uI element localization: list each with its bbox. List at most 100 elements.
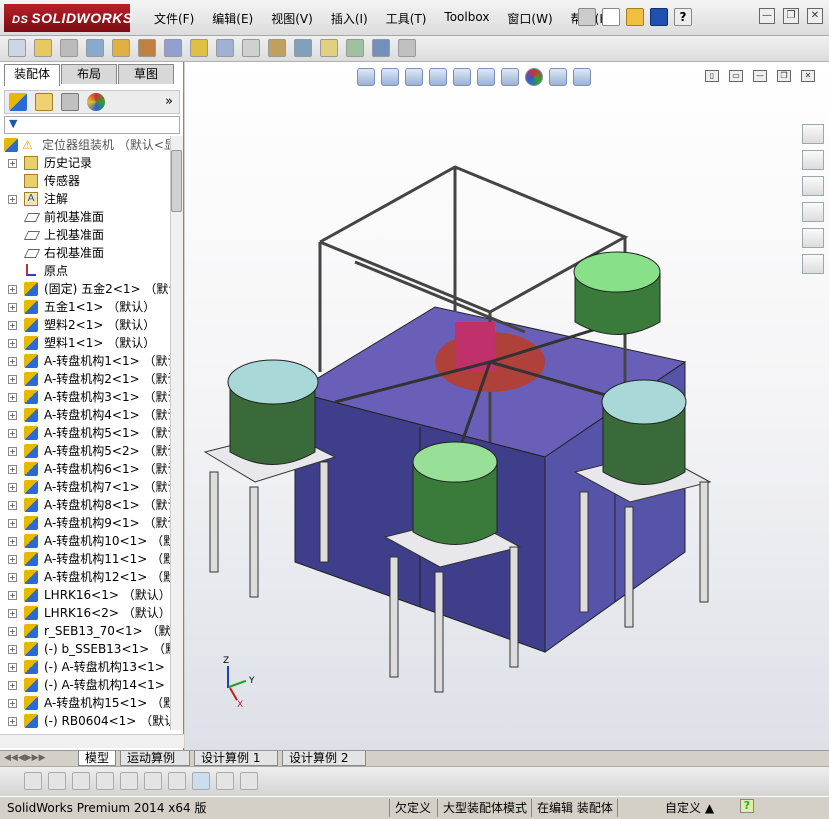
tree-item[interactable]: + A-转盘机构12<1> （默认 xyxy=(0,568,170,586)
tree-item[interactable]: + A-转盘机构11<1> （默认 xyxy=(0,550,170,568)
tree-item[interactable]: + 历史记录 xyxy=(0,154,170,172)
tree-item[interactable]: + LHRK16<2> （默认） xyxy=(0,604,170,622)
expand-toggle-icon[interactable]: + xyxy=(8,555,17,564)
mate-icon[interactable] xyxy=(138,39,156,57)
expand-toggle-icon[interactable]: + xyxy=(8,645,17,654)
folder-icon[interactable] xyxy=(34,39,52,57)
expand-toggle-icon[interactable]: + xyxy=(8,159,17,168)
tree-item[interactable]: + A-转盘机构2<1> （默认< xyxy=(0,370,170,388)
tree-root[interactable]: ⚠ 定位器组装机 （默认<显 xyxy=(0,136,170,154)
tree-item[interactable]: + A-转盘机构15<1> （默认 xyxy=(0,694,170,712)
pin-icon[interactable] xyxy=(578,8,596,26)
tree-item[interactable]: + A-转盘机构1<1> （默认） xyxy=(0,352,170,370)
panel-tab[interactable]: 草图 xyxy=(118,64,174,84)
menu-item[interactable]: 插入(I) xyxy=(327,8,372,28)
expand-toggle-icon[interactable]: + xyxy=(8,195,17,204)
grid-icon[interactable] xyxy=(216,772,234,790)
expand-toggle-icon[interactable]: + xyxy=(8,681,17,690)
insert-component-icon[interactable] xyxy=(112,39,130,57)
expand-toggle-icon[interactable]: + xyxy=(8,447,17,456)
tree-item[interactable]: + A 注解 xyxy=(0,190,170,208)
expand-toggle-icon[interactable]: + xyxy=(8,537,17,546)
tree-item[interactable]: 前视基准面 xyxy=(0,208,170,226)
tree-item[interactable]: 传感器 xyxy=(0,172,170,190)
play-icon[interactable] xyxy=(48,772,66,790)
results-icon[interactable] xyxy=(240,772,258,790)
tree-item[interactable]: + A-转盘机构6<1> （默认） xyxy=(0,460,170,478)
menu-item[interactable]: 工具(T) xyxy=(382,8,431,28)
status-help-icon[interactable]: ? xyxy=(740,799,754,813)
minimize-icon[interactable]: — xyxy=(759,8,775,24)
tree-item[interactable]: + (-) A-转盘机构13<1> （ xyxy=(0,658,170,676)
attach-icon[interactable] xyxy=(60,39,78,57)
smart-fastener-icon[interactable] xyxy=(190,39,208,57)
expand-toggle-icon[interactable]: + xyxy=(8,339,17,348)
panel-tab[interactable]: 布局 xyxy=(61,64,117,84)
tree-item[interactable]: + A-转盘机构3<1> （默认） xyxy=(0,388,170,406)
tree-item[interactable]: + A-转盘机构8<1> （默认） xyxy=(0,496,170,514)
motion-calc-icon[interactable] xyxy=(24,772,42,790)
scrollbar-thumb[interactable] xyxy=(171,150,182,212)
feature-manager-icon[interactable] xyxy=(9,93,27,111)
expand-toggle-icon[interactable]: + xyxy=(8,393,17,402)
menu-item[interactable]: Toolbox xyxy=(440,8,493,28)
open-folder-icon[interactable] xyxy=(626,8,644,26)
expand-toggle-icon[interactable]: + xyxy=(8,573,17,582)
expand-toggle-icon[interactable]: + xyxy=(8,717,17,726)
help-icon[interactable]: ? xyxy=(674,8,692,26)
tree-item[interactable]: 上视基准面 xyxy=(0,226,170,244)
graphics-area[interactable]: ▯ ▭ — ❐ ✕ Z Y X xyxy=(185,62,829,750)
expand-toggle-icon[interactable]: + xyxy=(8,321,17,330)
menu-item[interactable]: 窗口(W) xyxy=(503,8,556,28)
bottom-tab[interactable]: 模型 xyxy=(78,751,116,766)
tree-item[interactable]: + (固定) 五金2<1> （默认 xyxy=(0,280,170,298)
design-library-icon[interactable] xyxy=(802,150,824,170)
tree-item[interactable]: + A-转盘机构9<1> （默认） xyxy=(0,514,170,532)
appearances-icon[interactable] xyxy=(802,228,824,248)
expand-toggle-icon[interactable]: + xyxy=(8,663,17,672)
expand-toggle-icon[interactable]: + xyxy=(8,429,17,438)
new-document-icon[interactable] xyxy=(602,8,620,26)
table-icon[interactable] xyxy=(120,772,138,790)
open-file-icon[interactable] xyxy=(8,39,26,57)
custom-properties-icon[interactable] xyxy=(802,254,824,274)
menu-item[interactable]: 编辑(E) xyxy=(208,8,257,28)
bottom-tab[interactable]: 设计算例 2 xyxy=(282,751,366,766)
expand-toggle-icon[interactable]: + xyxy=(8,303,17,312)
tree-item[interactable]: + 塑料1<1> （默认） xyxy=(0,334,170,352)
restore-icon[interactable]: ❐ xyxy=(783,8,799,24)
display-manager-icon[interactable] xyxy=(87,93,105,111)
expand-toggle-icon[interactable]: + xyxy=(8,591,17,600)
menu-item[interactable]: 文件(F) xyxy=(150,8,198,28)
move-component-icon[interactable] xyxy=(216,39,234,57)
tree-item[interactable]: + A-转盘机构5<1> （默认） xyxy=(0,424,170,442)
new-motion-study-icon[interactable] xyxy=(320,39,338,57)
save-icon[interactable] xyxy=(650,8,668,26)
file-explorer-icon[interactable] xyxy=(802,176,824,196)
expand-toggle-icon[interactable]: + xyxy=(8,483,17,492)
expand-toggle-icon[interactable]: + xyxy=(8,411,17,420)
close-icon[interactable]: ✕ xyxy=(807,8,823,24)
tree-horizontal-scrollbar[interactable] xyxy=(0,734,184,748)
tree-item[interactable]: + (-) A-转盘机构14<1> （ xyxy=(0,676,170,694)
tree-item[interactable]: + (-) b_SSEB13<1> （默认 xyxy=(0,640,170,658)
expand-toggle-icon[interactable]: + xyxy=(8,519,17,528)
assembly-model[interactable] xyxy=(185,62,829,750)
tree-item[interactable]: + A-转盘机构7<1> （默认） xyxy=(0,478,170,496)
bill-of-materials-icon[interactable] xyxy=(346,39,364,57)
show-hidden-icon[interactable] xyxy=(242,39,260,57)
configuration-manager-icon[interactable] xyxy=(61,93,79,111)
tree-item[interactable]: + A-转盘机构5<2> （默认） xyxy=(0,442,170,460)
axis-chart-icon[interactable] xyxy=(168,772,186,790)
expand-toggle-icon[interactable]: + xyxy=(8,699,17,708)
tree-item[interactable]: 右视基准面 xyxy=(0,244,170,262)
list-icon[interactable] xyxy=(96,772,114,790)
model-view-icon[interactable] xyxy=(192,772,210,790)
expand-toggle-icon[interactable]: + xyxy=(8,627,17,636)
assembly-features-icon[interactable] xyxy=(268,39,286,57)
component-pattern-icon[interactable] xyxy=(86,39,104,57)
bottom-tab[interactable]: 设计算例 1 xyxy=(194,751,278,766)
tree-item[interactable]: 原点 xyxy=(0,262,170,280)
key-point-icon[interactable] xyxy=(144,772,162,790)
property-manager-icon[interactable] xyxy=(35,93,53,111)
